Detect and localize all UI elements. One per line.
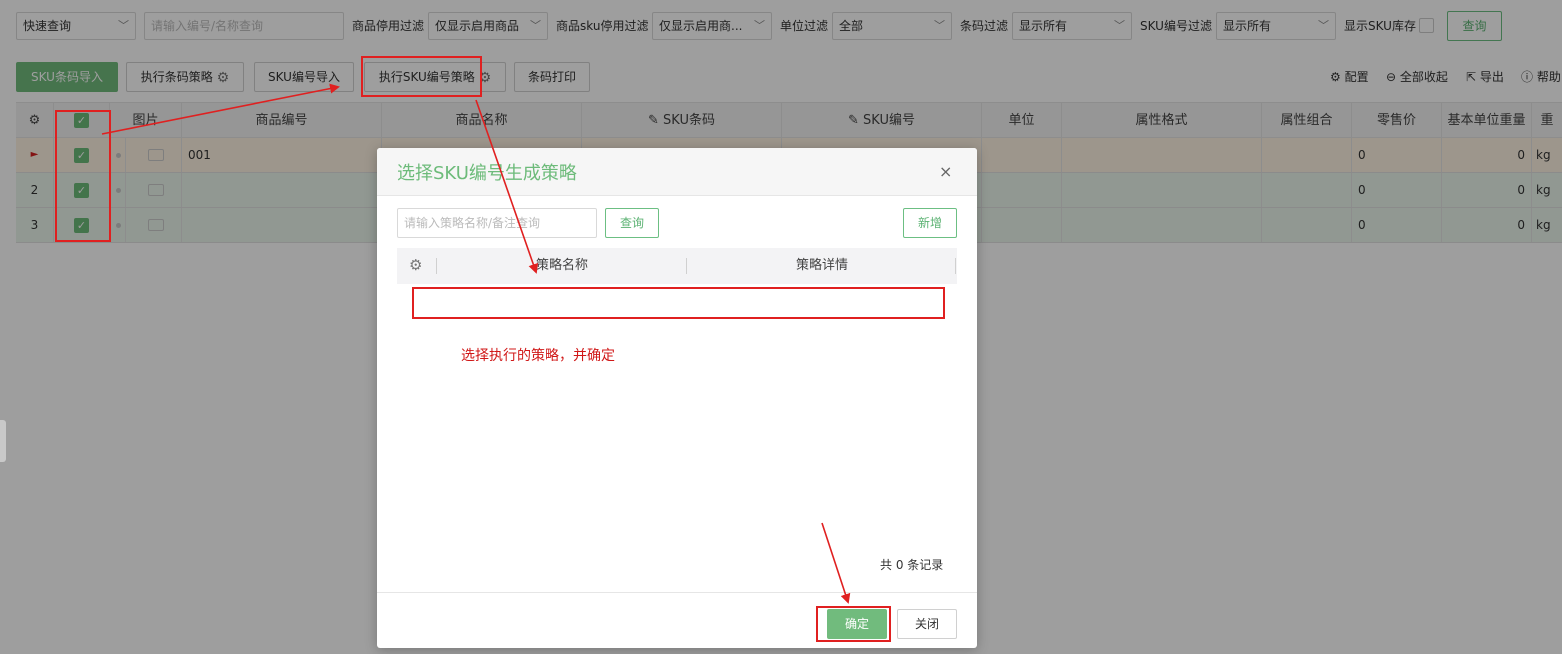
annotation-arrows	[101, 83, 851, 604]
arrow-to-strategy-row	[475, 99, 539, 274]
arrow-to-exec-button	[101, 83, 340, 135]
arrow-to-confirm	[821, 522, 851, 604]
